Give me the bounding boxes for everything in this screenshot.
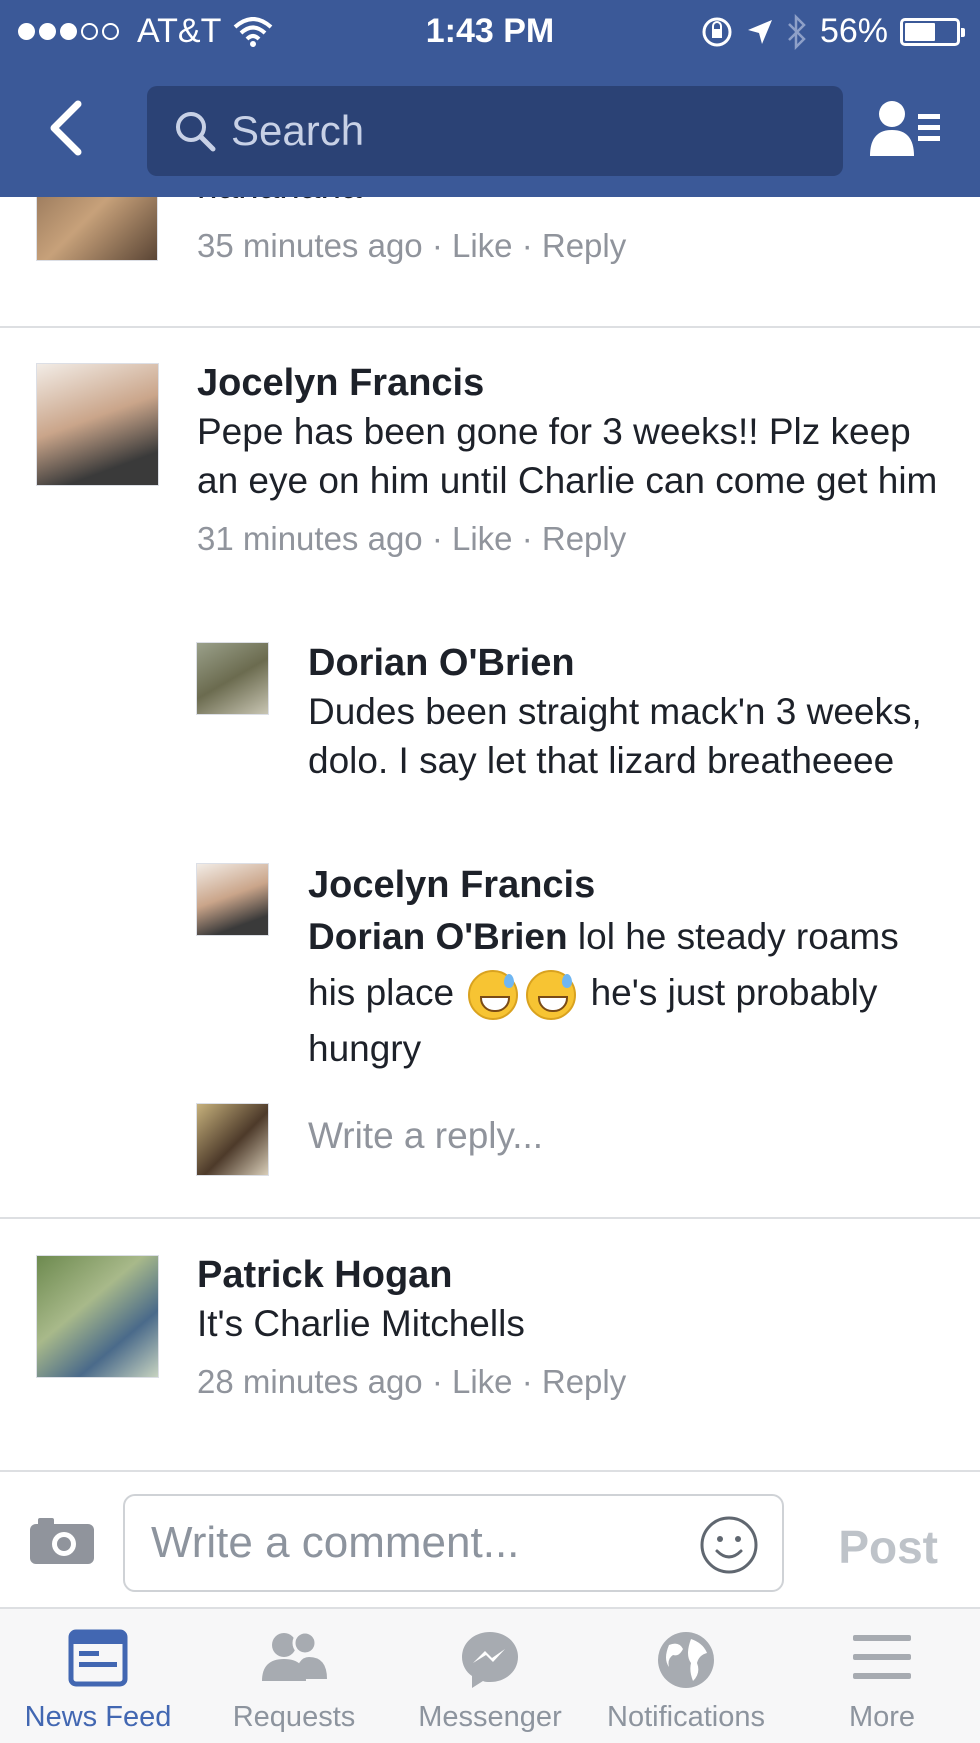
rotation-lock-icon [702, 17, 732, 46]
header: AT&T 1:43 PM 56% [0, 0, 980, 197]
avatar[interactable] [196, 863, 269, 936]
messenger-icon [462, 1632, 518, 1688]
battery-percent: 56% [819, 12, 888, 50]
reply-author[interactable]: Jocelyn Francis [308, 861, 948, 909]
tab-label: Messenger [418, 1701, 562, 1733]
reply-body: Dorian O'Brien lol he steady roams his p… [308, 909, 948, 1077]
comment-composer: Post [0, 1470, 980, 1607]
sweat-smile-emoji [526, 970, 577, 1021]
battery-icon [900, 17, 965, 46]
tab-messenger[interactable]: Messenger [392, 1609, 588, 1743]
mention-link[interactable]: Dorian O'Brien [308, 916, 568, 957]
camera-icon[interactable] [28, 1514, 96, 1566]
avatar[interactable] [36, 363, 159, 486]
tab-news-feed[interactable]: News Feed [0, 1609, 196, 1743]
comment-body: hahahaha [197, 197, 626, 210]
comment-meta: 31 minutes ago · Like · Reply [197, 520, 627, 557]
current-user-avatar [196, 1103, 269, 1176]
like-link[interactable]: Like [452, 520, 513, 557]
reply-body: Dudes been straight mack'n 3 weeks, dolo… [308, 691, 922, 781]
search-bar[interactable] [147, 86, 843, 176]
search-icon [176, 112, 216, 152]
friend-requests-icon [262, 1630, 327, 1681]
friend-list-icon[interactable] [866, 94, 946, 164]
avatar[interactable] [36, 197, 158, 261]
news-feed-icon [68, 1629, 128, 1687]
comment-timestamp: 35 minutes ago [197, 227, 423, 264]
comment-body: It's Charlie Mitchells [197, 1303, 525, 1344]
reply-link[interactable]: Reply [542, 520, 626, 557]
divider [0, 326, 980, 328]
like-link[interactable]: Like [452, 227, 513, 264]
avatar[interactable] [196, 642, 269, 715]
tab-label: Notifications [607, 1701, 765, 1733]
tab-bar: News Feed Requests Messenger Notificatio… [0, 1607, 980, 1743]
globe-icon [658, 1632, 714, 1688]
tab-label: More [848, 1701, 916, 1733]
post-button[interactable]: Post [838, 1520, 938, 1574]
comment-body: Pepe has been gone for 3 weeks!! Plz kee… [197, 411, 938, 501]
tab-more[interactable]: More [784, 1609, 980, 1743]
status-right: 56% [700, 12, 965, 51]
reply-link[interactable]: Reply [542, 1363, 626, 1400]
tab-label: Requests [232, 1701, 356, 1733]
status-bar: AT&T 1:43 PM 56% [0, 0, 980, 66]
menu-icon [853, 1635, 911, 1679]
tab-label: News Feed [24, 1701, 172, 1733]
comments-feed[interactable]: hahahaha 35 minutes ago · Like · Reply J… [0, 197, 980, 1442]
emoji-smiley-icon[interactable] [698, 1514, 760, 1576]
back-chevron-icon[interactable] [40, 98, 100, 158]
comment-meta: 35 minutes ago · Like · Reply [197, 227, 627, 264]
comment-author[interactable]: Jocelyn Francis [197, 359, 947, 407]
comment-author[interactable]: Patrick Hogan [197, 1251, 947, 1299]
sweat-smile-emoji [468, 970, 519, 1021]
comment-input-box[interactable] [123, 1494, 784, 1592]
location-arrow-icon [747, 19, 772, 44]
divider [0, 1217, 980, 1219]
write-reply-field[interactable]: Write a reply... [308, 1115, 543, 1157]
tab-requests[interactable]: Requests [196, 1609, 392, 1743]
bluetooth-icon [788, 13, 806, 50]
nav-bar [0, 78, 980, 178]
search-input[interactable] [231, 107, 791, 155]
reply-author[interactable]: Dorian O'Brien [308, 639, 948, 687]
comment-input[interactable] [151, 1518, 671, 1568]
tab-notifications[interactable]: Notifications [588, 1609, 784, 1743]
reply-link[interactable]: Reply [542, 227, 626, 264]
comment-timestamp: 28 minutes ago [197, 1363, 423, 1400]
comment-meta: 28 minutes ago · Like · Reply [197, 1363, 627, 1400]
avatar[interactable] [36, 1255, 159, 1378]
like-link[interactable]: Like [452, 1363, 513, 1400]
comment-timestamp: 31 minutes ago [197, 520, 423, 557]
